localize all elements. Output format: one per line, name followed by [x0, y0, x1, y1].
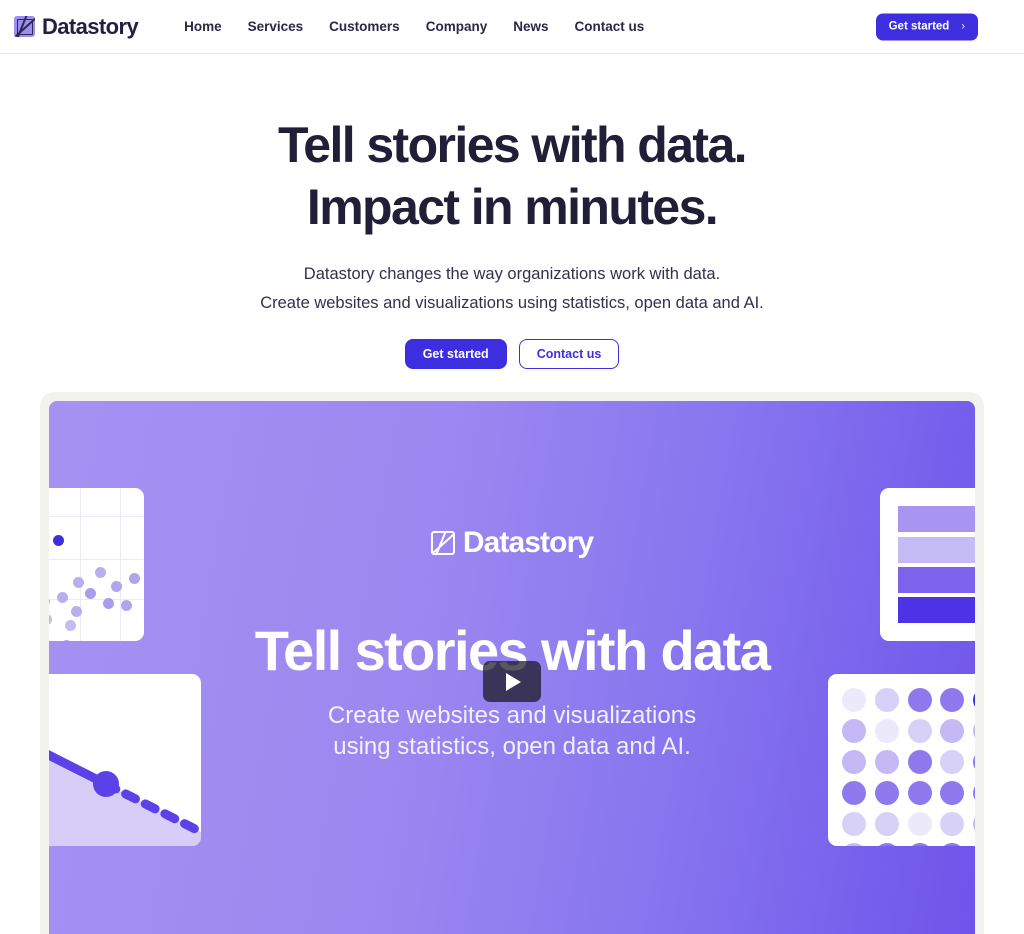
bar-item — [898, 567, 975, 594]
bar-item — [898, 597, 975, 624]
play-triangle-icon — [506, 672, 521, 691]
matrix-dot — [940, 781, 965, 806]
video-subheadline-line-1: Create websites and visualizations — [327, 702, 697, 730]
datastory-logo-icon — [430, 531, 455, 556]
hero-actions: Get started Contact us — [0, 339, 1024, 370]
hero-get-started-button[interactable]: Get started — [404, 339, 507, 370]
video-subheadline: Create websites and visualizations using… — [49, 701, 975, 762]
nav-item-home[interactable]: Home — [184, 19, 222, 34]
matrix-dot — [842, 843, 866, 847]
scatter-point — [95, 567, 106, 579]
nav-item-contact-us[interactable]: Contact us — [575, 19, 645, 34]
header-cta-label: Get started — [888, 20, 950, 33]
datastory-logo-icon — [14, 16, 35, 37]
scatter-point — [121, 600, 132, 612]
video-subheadline-line-2: using statistics, open data and AI. — [333, 733, 691, 761]
play-button-icon[interactable] — [483, 661, 541, 703]
video-brand-logo: Datastory — [49, 526, 975, 560]
matrix-dot — [940, 812, 965, 837]
matrix-dot — [973, 781, 975, 806]
scatter-point — [57, 592, 68, 604]
main-nav: Home Services Customers Company News Con… — [184, 19, 644, 34]
site-header: Datastory Home Services Customers Compan… — [0, 0, 1024, 54]
nav-item-company[interactable]: Company — [426, 19, 488, 34]
chevron-right-icon: › — [961, 20, 965, 33]
hero-title-line-2: Impact in minutes. — [306, 179, 719, 235]
matrix-dot — [973, 812, 975, 837]
hero-title-line-1: Tell stories with data. — [278, 117, 748, 173]
hero-subtitle-line-2: Create websites and visualizations using… — [260, 294, 764, 313]
scatter-point — [103, 598, 114, 610]
hero-contact-us-button[interactable]: Contact us — [518, 339, 620, 370]
nav-item-customers[interactable]: Customers — [329, 19, 400, 34]
matrix-dot — [940, 843, 965, 847]
bar-chart-card — [880, 488, 975, 642]
scatter-point — [129, 573, 140, 585]
matrix-dot — [907, 781, 932, 806]
nav-item-services[interactable]: Services — [248, 19, 304, 34]
brand-logo[interactable]: Datastory — [14, 13, 139, 40]
matrix-dot — [973, 843, 975, 847]
video-player[interactable]: Datastory Tell stories with data Create … — [49, 401, 975, 934]
matrix-dot — [874, 812, 899, 837]
matrix-dot — [874, 781, 899, 806]
scatter-point — [73, 577, 84, 589]
hero-subtitle: Datastory changes the way organizations … — [0, 260, 1024, 318]
matrix-dot — [907, 843, 932, 847]
scatter-chart-card — [49, 488, 144, 642]
header-get-started-button[interactable]: Get started › — [875, 13, 978, 40]
video-frame: Datastory Tell stories with data Create … — [40, 392, 984, 934]
nav-item-news[interactable]: News — [513, 19, 548, 34]
page-title: Tell stories with data. Impact in minute… — [0, 114, 1024, 238]
matrix-dot — [874, 843, 899, 847]
matrix-dot — [842, 781, 866, 806]
hero-section: Tell stories with data. Impact in minute… — [0, 54, 1024, 370]
video-brand-name: Datastory — [462, 526, 594, 560]
brand-name: Datastory — [42, 13, 139, 39]
hero-subtitle-line-1: Datastory changes the way organizations … — [303, 265, 721, 283]
matrix-dot — [842, 812, 866, 837]
matrix-dot — [907, 812, 932, 837]
